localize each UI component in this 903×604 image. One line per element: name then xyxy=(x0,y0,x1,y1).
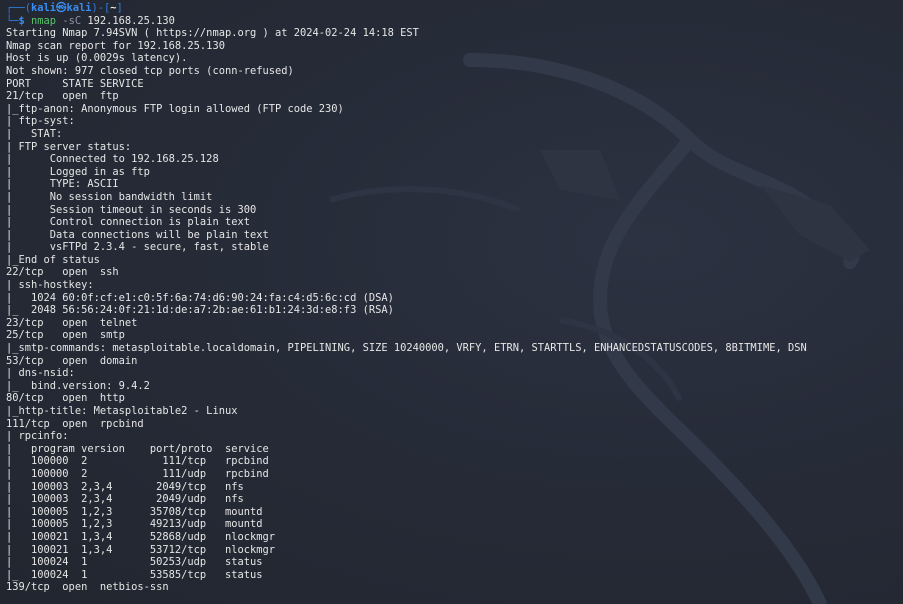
output-line: | 100005 1,2,3 49213/udp mountd xyxy=(6,518,263,531)
prompt-header: ┌──(kali㉿kali)-[~] xyxy=(6,2,903,15)
output-line: 23/tcp open telnet xyxy=(6,316,138,329)
output-line: | 1024 60:0f:cf:e1:c0:5f:6a:74:d6:90:24:… xyxy=(6,291,394,304)
output-line: | TYPE: ASCII xyxy=(6,178,119,191)
prompt-user-host: kali㉿kali xyxy=(31,2,92,14)
output-line: | 100000 2 111/tcp rpcbind xyxy=(6,455,269,468)
output-line: | program version port/proto service xyxy=(6,442,269,455)
output-line: PORT STATE SERVICE xyxy=(6,77,144,90)
output-line: | Control connection is plain text xyxy=(6,216,250,229)
output-line: |_End of status xyxy=(6,253,100,266)
output-line: | 100003 2,3,4 2049/udp nfs xyxy=(6,493,244,506)
output-line: |_smtp-commands: metasploitable.localdom… xyxy=(6,342,807,355)
output-line: |_ bind.version: 9.4.2 xyxy=(6,379,150,392)
output-line: Not shown: 977 closed tcp ports (conn-re… xyxy=(6,64,294,77)
prompt-corner-top: ┌──( xyxy=(6,2,32,14)
output-line: | ssh-hostkey: xyxy=(6,279,94,292)
output-line: 53/tcp open domain xyxy=(6,354,138,367)
output-line: Nmap scan report for 192.168.25.130 xyxy=(6,39,225,52)
output-line: Starting Nmap 7.94SVN ( https://nmap.org… xyxy=(6,27,419,40)
command-target: 192.168.25.130 xyxy=(81,14,175,27)
output-line: | Data connections will be plain text xyxy=(6,228,269,241)
output-line: | dns-nsid: xyxy=(6,367,75,380)
command-name: nmap xyxy=(31,14,57,27)
output-line: | Logged in as ftp xyxy=(6,165,150,178)
output-line: | rpcinfo: xyxy=(6,430,69,443)
output-line: |_ 100024 1 53585/tcp status xyxy=(6,568,263,581)
output-line: 22/tcp open ssh xyxy=(6,266,119,279)
terminal-window[interactable]: ┌──(kali㉿kali)-[~] └─$ nmap -sC 192.168.… xyxy=(0,0,903,604)
output-line: | 100003 2,3,4 2049/tcp nfs xyxy=(6,480,244,493)
nmap-output: Starting Nmap 7.94SVN ( https://nmap.org… xyxy=(6,27,903,594)
output-line: | FTP server status: xyxy=(6,140,132,153)
prompt-corner-bottom: └─ xyxy=(6,14,19,27)
output-line: |_ 2048 56:56:24:0f:21:1d:de:a7:2b:ae:61… xyxy=(6,304,394,317)
terminal-output: ┌──(kali㉿kali)-[~] └─$ nmap -sC 192.168.… xyxy=(6,2,903,594)
output-line: | Session timeout in seconds is 300 xyxy=(6,203,257,216)
output-line: | 100024 1 50253/udp status xyxy=(6,556,263,569)
output-line: Host is up (0.0029s latency). xyxy=(6,52,188,65)
command-flag: -sC xyxy=(56,14,82,27)
output-line: |_ftp-anon: Anonymous FTP login allowed … xyxy=(6,102,344,115)
output-line: | 100021 1,3,4 52868/udp nlockmgr xyxy=(6,530,275,543)
output-line: 139/tcp open netbios-ssn xyxy=(6,581,169,594)
output-line: | Connected to 192.168.25.128 xyxy=(6,153,219,166)
output-line: 25/tcp open smtp xyxy=(6,329,125,342)
output-line: 80/tcp open http xyxy=(6,392,125,405)
output-line: |_http-title: Metasploitable2 - Linux xyxy=(6,405,238,417)
output-line: | STAT: xyxy=(6,127,63,140)
output-line: | No session bandwidth limit xyxy=(6,190,213,203)
output-line: | ftp-syst: xyxy=(6,115,75,128)
prompt-separator: )-[ xyxy=(91,2,111,14)
output-line: 111/tcp open rpcbind xyxy=(6,417,144,430)
output-line: 21/tcp open ftp xyxy=(6,90,119,103)
output-line: | vsFTPd 2.3.4 - secure, fast, stable xyxy=(6,241,269,254)
output-line: | 100005 1,2,3 35708/tcp mountd xyxy=(6,505,263,518)
prompt-dollar: $ xyxy=(18,14,32,27)
output-line: | 100000 2 111/udp rpcbind xyxy=(6,467,269,480)
prompt-bracket-end: ] xyxy=(116,2,123,14)
command-line[interactable]: └─$ nmap -sC 192.168.25.130 xyxy=(6,15,903,28)
output-line: | 100021 1,3,4 53712/tcp nlockmgr xyxy=(6,543,275,556)
